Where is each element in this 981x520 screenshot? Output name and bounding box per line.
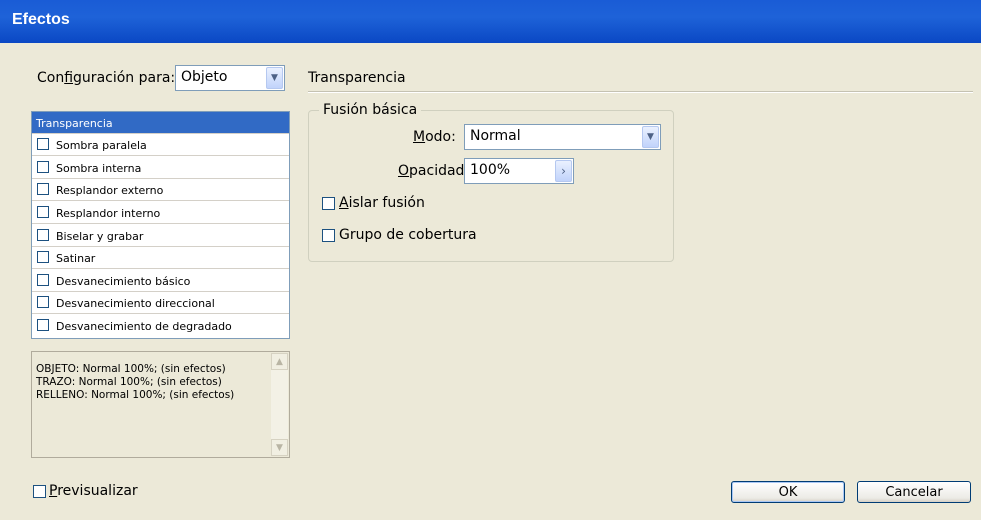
ok-button[interactable]: OK xyxy=(731,481,845,503)
effects-summary: OBJETO: Normal 100%; (sin efectos) TRAZO… xyxy=(31,351,290,458)
opacity-value: 100% xyxy=(470,162,511,178)
list-item-resplandor-interno[interactable]: Resplandor interno xyxy=(32,202,289,224)
summary-scrollbar[interactable]: ▲ ▼ xyxy=(271,353,288,456)
mode-value: Normal xyxy=(470,128,521,144)
scroll-down-icon[interactable]: ▼ xyxy=(271,439,288,456)
cancel-button[interactable]: Cancelar xyxy=(857,481,971,503)
checkbox[interactable] xyxy=(37,183,49,195)
settings-dropdown[interactable]: Objeto ▼ xyxy=(175,65,285,91)
checkbox[interactable] xyxy=(37,138,49,150)
mode-dropdown[interactable]: Normal ▼ xyxy=(464,124,661,150)
checkbox[interactable] xyxy=(37,274,49,286)
list-item-sombra-interna[interactable]: Sombra interna xyxy=(32,157,289,179)
chevron-down-icon[interactable]: ▼ xyxy=(266,67,283,89)
list-item-sombra-paralela[interactable]: Sombra paralela xyxy=(32,134,289,156)
checkbox[interactable] xyxy=(37,206,49,218)
opacity-field[interactable]: 100% › xyxy=(464,158,574,184)
opacity-label: Opacidad: xyxy=(398,163,470,179)
list-item-desvanecimiento-de-degradado[interactable]: Desvanecimiento de degradado xyxy=(32,315,289,337)
list-item-desvanecimiento-direccional[interactable]: Desvanecimiento direccional xyxy=(32,292,289,314)
settings-label: Configuración para: xyxy=(37,70,176,86)
mode-label: Modo: xyxy=(413,129,456,145)
effects-list: Transparencia Sombra paralela Sombra int… xyxy=(31,111,290,339)
list-item-satinar[interactable]: Satinar xyxy=(32,247,289,269)
checkbox[interactable] xyxy=(37,161,49,173)
settings-dropdown-value: Objeto xyxy=(181,69,228,85)
chevron-right-icon[interactable]: › xyxy=(555,160,572,182)
summary-line-objeto: OBJETO: Normal 100%; (sin efectos) xyxy=(36,363,226,375)
list-item-biselar-y-grabar[interactable]: Biselar y grabar xyxy=(32,225,289,247)
preview-checkbox[interactable] xyxy=(33,485,46,498)
summary-line-relleno: RELLENO: Normal 100%; (sin efectos) xyxy=(36,389,235,401)
chevron-down-icon[interactable]: ▼ xyxy=(642,126,659,148)
isolate-blending-checkbox[interactable] xyxy=(322,197,335,210)
checkbox[interactable] xyxy=(37,251,49,263)
title-bar: Efectos xyxy=(0,0,981,43)
list-item-transparencia[interactable]: Transparencia xyxy=(32,112,289,134)
preview-label: Previsualizar xyxy=(49,483,138,499)
checkbox[interactable] xyxy=(37,296,49,308)
isolate-blending-label: Aislar fusión xyxy=(339,195,425,211)
summary-line-trazo: TRAZO: Normal 100%; (sin efectos) xyxy=(36,376,222,388)
scroll-up-icon[interactable]: ▲ xyxy=(271,353,288,370)
panel-title: Transparencia xyxy=(308,70,406,86)
knockout-group-label: Grupo de cobertura xyxy=(339,227,477,243)
panel-divider xyxy=(308,91,973,93)
knockout-group-checkbox[interactable] xyxy=(322,229,335,242)
group-title: Fusión básica xyxy=(319,102,422,118)
list-item-resplandor-externo[interactable]: Resplandor externo xyxy=(32,179,289,201)
checkbox[interactable] xyxy=(37,319,49,331)
window-title: Efectos xyxy=(12,11,70,28)
checkbox[interactable] xyxy=(37,229,49,241)
list-item-desvanecimiento-basico[interactable]: Desvanecimiento básico xyxy=(32,270,289,292)
